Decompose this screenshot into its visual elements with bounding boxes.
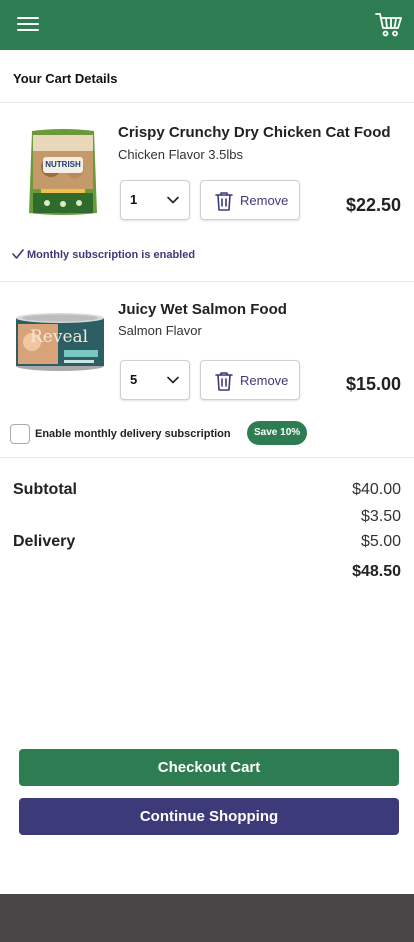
product-variant: Chicken Flavor 3.5lbs	[118, 147, 243, 162]
dry-cat-food-bag-image: NUTRISH	[27, 127, 99, 217]
package-brand-text: Reveal	[30, 327, 89, 347]
subscription-status: Monthly subscription is enabled	[12, 249, 195, 261]
subscription-status-text: Monthly subscription is enabled	[27, 249, 196, 261]
footer-bar	[0, 894, 414, 942]
product-name[interactable]: Juicy Wet Salmon Food	[118, 301, 287, 318]
quantity-value: 5	[130, 372, 138, 387]
cart-title: Your Cart Details	[13, 71, 118, 86]
trash-icon	[215, 192, 233, 211]
remove-label: Remove	[240, 193, 289, 208]
remove-button[interactable]: Remove	[200, 180, 300, 220]
total-value: $48.50	[352, 563, 401, 580]
chevron-down-icon	[167, 376, 179, 384]
package-brand-text: NUTRISH	[45, 160, 81, 169]
subtotal-label: Subtotal	[13, 481, 77, 498]
checkmark-icon	[12, 249, 24, 259]
subtotal-value: $40.00	[352, 481, 401, 498]
product-variant: Salmon Flavor	[118, 323, 202, 338]
subscription-option-label[interactable]: Enable monthly delivery subscription	[35, 428, 231, 440]
item-price: $22.50	[345, 195, 401, 215]
save-badge: Save 10%	[247, 421, 308, 445]
divider	[0, 281, 414, 282]
chevron-down-icon	[167, 196, 179, 204]
extra-fee-value: $3.50	[360, 508, 401, 525]
quantity-select[interactable]: 5	[120, 360, 190, 400]
checkout-button[interactable]: Checkout Cart	[19, 749, 399, 786]
item-price: $15.00	[345, 374, 401, 394]
shopping-cart-icon[interactable]	[375, 12, 403, 38]
product-name[interactable]: Crispy Crunchy Dry Chicken Cat Food	[118, 124, 391, 141]
remove-label: Remove	[240, 373, 289, 388]
divider	[0, 457, 414, 458]
hamburger-menu-icon[interactable]	[17, 15, 39, 33]
divider	[0, 102, 414, 103]
quantity-value: 1	[130, 192, 138, 207]
delivery-label: Delivery	[13, 533, 76, 550]
trash-icon	[215, 372, 233, 391]
wet-salmon-food-can-image: Reveal	[14, 312, 106, 372]
remove-button[interactable]: Remove	[200, 360, 300, 400]
quantity-select[interactable]: 1	[120, 180, 190, 220]
top-app-bar	[0, 0, 414, 50]
delivery-value: $5.00	[360, 533, 401, 550]
subscription-checkbox[interactable]	[10, 424, 30, 444]
continue-shopping-button[interactable]: Continue Shopping	[19, 798, 399, 835]
